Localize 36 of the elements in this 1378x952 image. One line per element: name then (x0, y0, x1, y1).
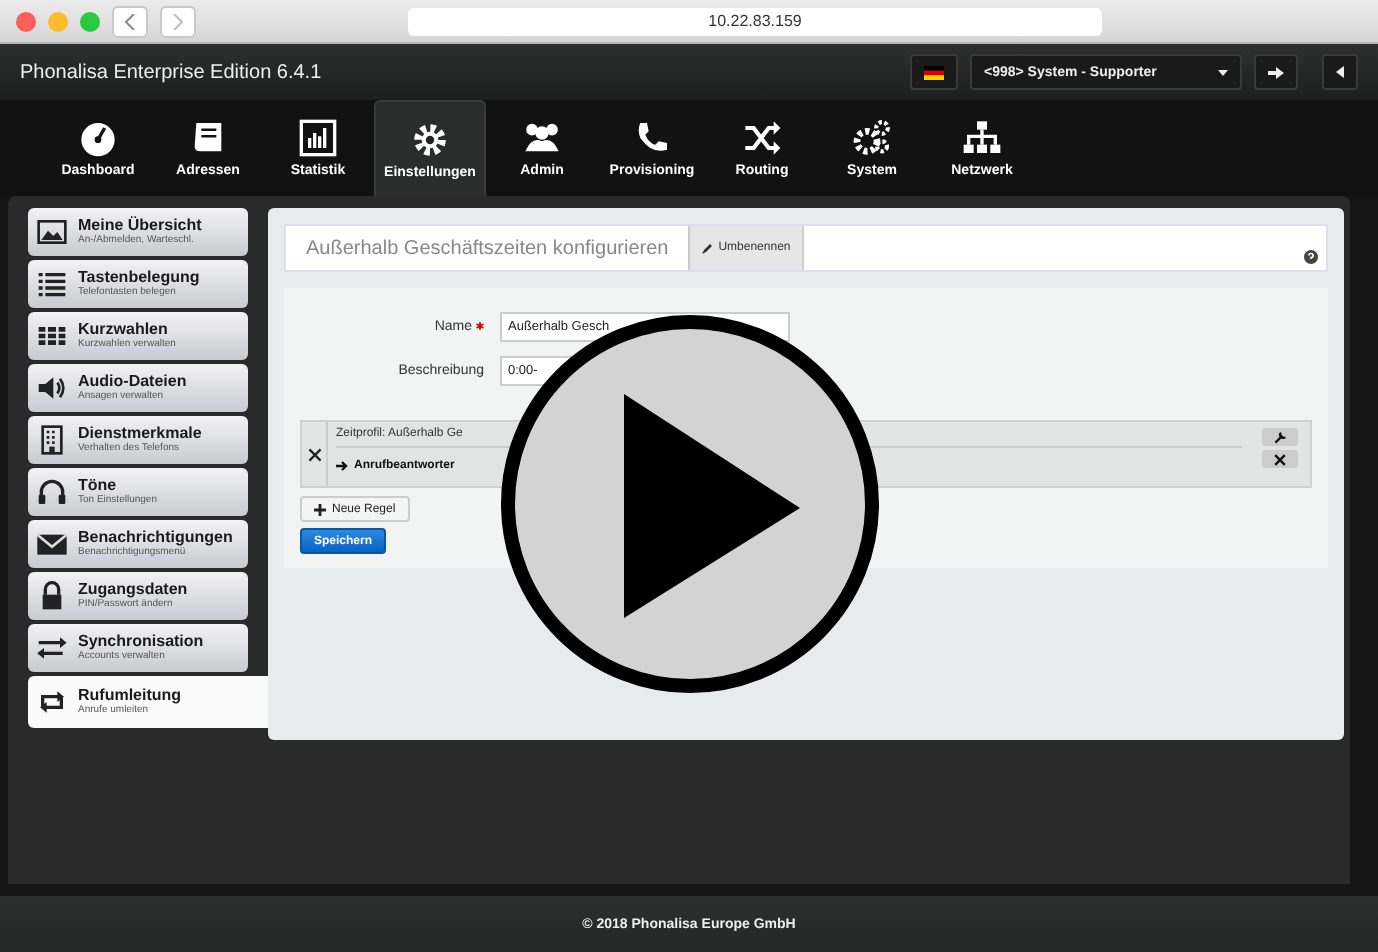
exit-icon (1268, 65, 1284, 79)
gauge-icon (78, 118, 118, 158)
page-title: Außerhalb Geschäftszeiten konfigurieren (304, 235, 671, 263)
help-icon[interactable] (1304, 250, 1318, 264)
chevron-right-icon (172, 13, 184, 29)
close-icon (1274, 453, 1286, 465)
plus-icon (314, 503, 326, 515)
logout-button[interactable] (1254, 54, 1298, 90)
collapse-button[interactable] (1322, 54, 1358, 90)
address-bar[interactable]: 10.22.83.159 (408, 7, 1102, 35)
network-icon (962, 118, 1002, 158)
list-icon (34, 268, 70, 300)
envelope-icon (34, 528, 70, 560)
edit-rule-button[interactable] (1262, 428, 1298, 446)
headphones-icon (34, 476, 70, 508)
delete-rule-button[interactable] (1262, 450, 1298, 468)
back-button[interactable] (112, 5, 148, 37)
pencil-icon (702, 242, 715, 254)
gear-icon (410, 119, 450, 159)
shuffle-icon (742, 118, 782, 158)
picture-icon (34, 216, 70, 248)
arrow-right-icon (336, 460, 348, 472)
gears-icon (852, 118, 892, 158)
flag-icon (924, 65, 944, 79)
arrows-icon (34, 632, 70, 664)
required-asterisk-icon (476, 321, 484, 329)
language-button[interactable] (910, 54, 958, 90)
chevron-left-icon (124, 13, 136, 29)
caret-icon (1218, 69, 1228, 75)
caret-icon (1336, 66, 1344, 78)
speaker-icon (34, 372, 70, 404)
wrench-icon (1273, 430, 1287, 444)
video-play-overlay[interactable] (500, 314, 880, 694)
app-title: Phonalisa Enterprise Edition 6.4.1 (20, 61, 324, 83)
loop-arrows-icon (34, 686, 70, 718)
bar-chart-icon (298, 118, 338, 158)
